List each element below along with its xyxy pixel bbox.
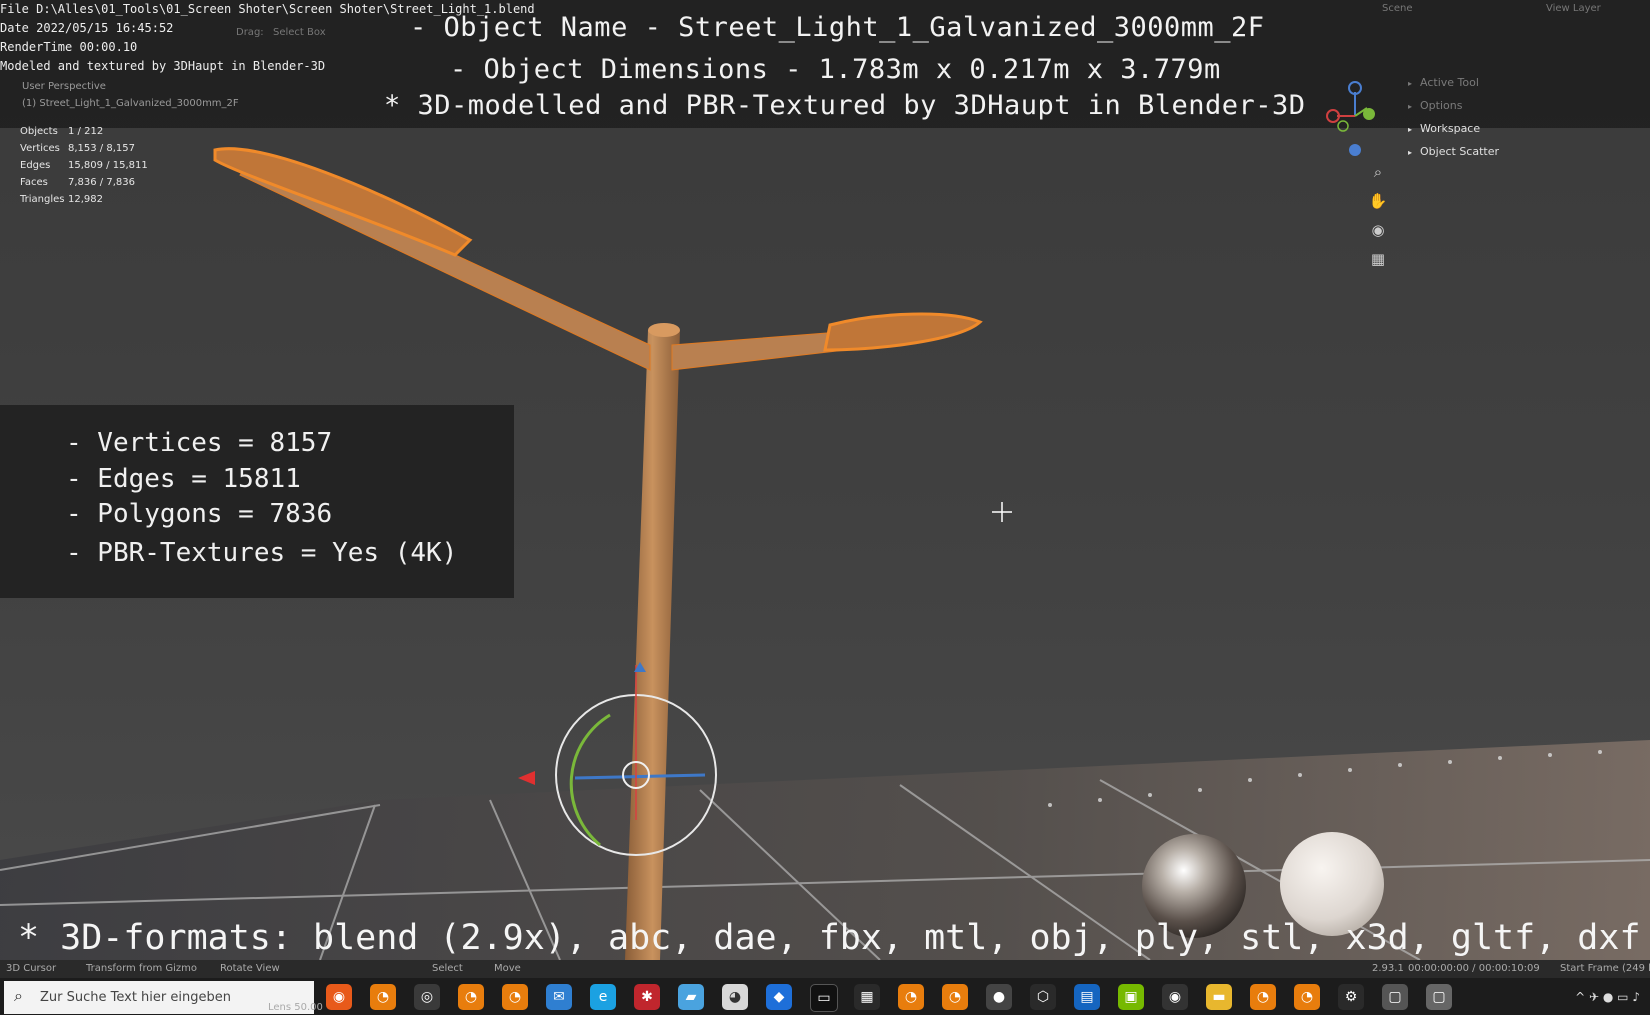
- panel-active-tool[interactable]: ▸ Active Tool: [1408, 76, 1479, 89]
- info-polygons: - Polygons = 7836: [66, 499, 333, 529]
- stat-vertices: Vertices 8,153 / 8,157: [20, 143, 135, 154]
- blender-icon[interactable]: ◔: [1294, 984, 1320, 1010]
- stat-triangles: Triangles 12,982: [20, 194, 103, 205]
- nvidia-icon[interactable]: ▣: [1118, 984, 1144, 1010]
- select-mode-dropdown[interactable]: Select Box: [273, 27, 326, 38]
- panel-workspace[interactable]: ▸ Workspace: [1408, 122, 1480, 135]
- edge-browser-icon[interactable]: e: [590, 984, 616, 1010]
- app-circle-icon[interactable]: ◎: [414, 984, 440, 1010]
- mail-icon[interactable]: ✉: [546, 984, 572, 1010]
- view-layer-selector[interactable]: View Layer: [1546, 3, 1601, 14]
- modeled-by: Modeled and textured by 3DHaupt in Blend…: [0, 59, 326, 73]
- blender-icon[interactable]: ◔: [370, 984, 396, 1010]
- status-3d-cursor: 3D Cursor: [6, 963, 57, 974]
- system-tray[interactable]: ^ ✈ ● ▭ ♪: [1575, 990, 1640, 1004]
- calendar-icon[interactable]: ▤: [1074, 984, 1100, 1010]
- scene-statistics: Objects 1 / 212 Vertices 8,153 / 8,157 Edg…: [20, 126, 148, 211]
- stat-faces: Faces 7,836 / 7,836: [20, 177, 135, 188]
- folder-icon[interactable]: ▬: [1206, 984, 1232, 1010]
- info-edges: - Edges = 15811: [66, 464, 301, 494]
- settings-icon[interactable]: ⚙: [1338, 984, 1364, 1010]
- status-move: Move: [494, 963, 521, 974]
- status-time: 00:00:00:00 / 00:00:10:09: [1408, 963, 1540, 974]
- status-bar: 3D Cursor Transform from Gizmo Rotate Vi…: [0, 960, 1650, 978]
- status-version: 2.93.1: [1372, 963, 1404, 974]
- mesh-info-panel: - Vertices = 8157 - Edges = 15811 - Poly…: [0, 405, 514, 598]
- drag-label: Drag:: [236, 27, 264, 38]
- blender-icon[interactable]: ◔: [502, 984, 528, 1010]
- panda-icon[interactable]: ●: [986, 984, 1012, 1010]
- status-transform: Transform from Gizmo: [86, 963, 198, 974]
- panel-object-scatter[interactable]: ▸ Object Scatter: [1408, 145, 1499, 158]
- app-window-icon[interactable]: ▢: [1426, 984, 1452, 1010]
- search-icon: ⌕: [14, 986, 23, 1005]
- firefox-icon[interactable]: ◉: [326, 984, 352, 1010]
- media-icon[interactable]: ◉: [1162, 984, 1188, 1010]
- cube-icon[interactable]: ⬡: [1030, 984, 1056, 1010]
- app-blob-icon[interactable]: ◕: [722, 984, 748, 1010]
- pan-hand-icon[interactable]: ✋: [1368, 191, 1388, 211]
- render-date: Date 2022/05/15 16:45:52: [0, 21, 174, 35]
- blender-active-icon[interactable]: ◔: [898, 984, 924, 1010]
- panel-options[interactable]: ▸ Options: [1408, 99, 1462, 112]
- object-name-title: - Object Name - Street_Light_1_Galvanize…: [410, 12, 1265, 43]
- terminal-icon[interactable]: ▭: [810, 984, 838, 1012]
- info-vertices: - Vertices = 8157: [66, 428, 333, 458]
- object-dimensions: - Object Dimensions - 1.783m x 0.217m x …: [450, 54, 1221, 85]
- app-window-icon[interactable]: ▢: [1382, 984, 1408, 1010]
- stat-edges: Edges 15,809 / 15,811: [20, 160, 148, 171]
- status-start-frame: Start Frame (249 le: [1560, 963, 1650, 974]
- 3d-viewport[interactable]: Drag: Select Box Scene View Layer File D…: [0, 0, 1650, 960]
- grid-view-icon[interactable]: ▦: [1368, 249, 1388, 269]
- taskbar: ⌕ Zur Suche Text hier eingeben ◉ ◔ ◎ ◔ ◔…: [0, 978, 1650, 1015]
- app-grid-icon[interactable]: ▦: [854, 984, 880, 1010]
- blender-icon[interactable]: ◔: [942, 984, 968, 1010]
- camera-view-icon[interactable]: ◉: [1368, 220, 1388, 240]
- render-time: RenderTime 00:00.10: [0, 40, 138, 54]
- status-rotate: Rotate View: [220, 963, 280, 974]
- navigation-gizmo[interactable]: [1325, 78, 1385, 158]
- lens-readout: Lens 50.00: [268, 1002, 323, 1013]
- active-object-label: (1) Street_Light_1_Galvanized_3000mm_2F: [22, 98, 239, 109]
- notes-icon[interactable]: ▰: [678, 984, 704, 1010]
- scene-selector[interactable]: Scene: [1382, 3, 1413, 14]
- formats-caption: * 3D-formats: blend (2.9x), abc, dae, fb…: [18, 918, 1641, 958]
- status-select: Select: [432, 963, 463, 974]
- perspective-label: User Perspective: [22, 81, 106, 92]
- zoom-icon[interactable]: ⌕: [1368, 162, 1388, 182]
- credit-line: * 3D-modelled and PBR-Textured by 3DHaup…: [384, 90, 1306, 121]
- tool-settings-panel: ▸ Active Tool ▸ Options ▸ Workspace ▸ Object…: [1400, 70, 1650, 170]
- app-red-icon[interactable]: ✱: [634, 984, 660, 1010]
- blender-icon[interactable]: ◔: [458, 984, 484, 1010]
- app-blue-icon[interactable]: ◆: [766, 984, 792, 1010]
- blender-icon[interactable]: ◔: [1250, 984, 1276, 1010]
- info-textures: - PBR-Textures = Yes (4K): [66, 538, 458, 568]
- stat-objects: Objects 1 / 212: [20, 126, 104, 137]
